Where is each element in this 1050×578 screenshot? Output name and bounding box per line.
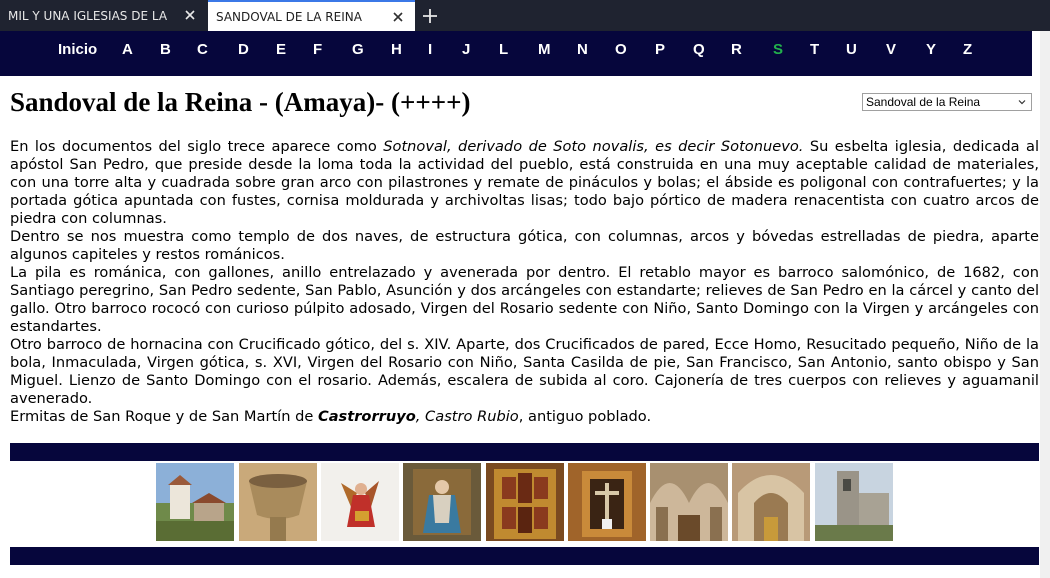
nav-letter-o[interactable]: O [615,41,627,58]
close-icon[interactable] [391,10,405,24]
nav-letter-l[interactable]: L [499,41,508,58]
gallery-photo[interactable] [321,463,399,541]
plus-icon[interactable] [419,5,441,27]
paragraph-altarpieces: La pila es románica, con gallones, anill… [10,264,1039,335]
browser-tab-active[interactable]: SANDOVAL DE LA REINA [208,0,415,31]
tab-title: MIL Y UNA IGLESIAS DE LA DIÓCESIS [8,8,170,23]
nav-letter-q[interactable]: Q [693,41,705,58]
paragraph-hermitages: Ermitas de San Roque y de San Martín de … [10,408,652,425]
gallery-photo[interactable] [156,463,234,541]
tab-title: SANDOVAL DE LA REINA [216,9,362,24]
gallery-top-bar [10,443,1039,461]
page-title: Sandoval de la Reina - (Amaya)- (++++) [10,87,471,117]
nav-letter-a[interactable]: A [122,41,133,58]
place-select[interactable]: Sandoval de la Reina [862,93,1032,111]
nav-letter-d[interactable]: D [238,41,249,58]
nav-letter-m[interactable]: M [538,41,551,58]
nav-letter-h[interactable]: H [391,41,402,58]
nav-letter-f[interactable]: F [313,41,322,58]
gallery-bottom-bar [10,547,1039,565]
description-text: En los documentos del siglo trece aparec… [10,138,1039,426]
nav-home-link[interactable]: Inicio [58,41,97,58]
nav-letter-u[interactable]: U [846,41,857,58]
nav-letter-e[interactable]: E [276,41,286,58]
nav-letter-z[interactable]: Z [963,41,972,58]
gallery-photo[interactable] [650,463,728,541]
alphabet-navbar: Inicio A B C D E F G H I J L M N O P Q R… [0,31,1032,76]
nav-letter-y[interactable]: Y [926,41,936,58]
nav-letter-c[interactable]: C [197,41,208,58]
place-select-value: Sandoval de la Reina [866,95,981,109]
nav-letter-j[interactable]: J [462,41,470,58]
browser-tab-strip: MIL Y UNA IGLESIAS DE LA DIÓCESIS SANDOV… [0,0,1050,31]
browser-tab[interactable]: MIL Y UNA IGLESIAS DE LA DIÓCESIS [0,0,207,31]
nav-letter-t[interactable]: T [810,41,819,58]
nav-letter-i[interactable]: I [428,41,432,58]
gallery-photo[interactable] [239,463,317,541]
paragraph-interior: Dentro se nos muestra como templo de dos… [10,228,1039,263]
gallery-photo[interactable] [568,463,646,541]
nav-letter-g[interactable]: G [352,41,364,58]
gallery-photo[interactable] [486,463,564,541]
nav-letter-p[interactable]: P [655,41,665,58]
page-scrollbar[interactable] [1040,31,1050,578]
nav-letter-r[interactable]: R [731,41,742,58]
paragraph-history: En los documentos del siglo trece aparec… [10,138,1039,227]
gallery-photo[interactable] [815,463,893,541]
nav-letter-n[interactable]: N [577,41,588,58]
nav-letter-s[interactable]: S [773,41,783,58]
nav-letter-b[interactable]: B [160,41,171,58]
nav-letter-v[interactable]: V [886,41,896,58]
chevron-down-icon [1018,100,1026,105]
close-icon[interactable] [183,8,197,22]
gallery-photo[interactable] [732,463,810,541]
gallery-photo[interactable] [403,463,481,541]
paragraph-crucifixes: Otro barroco de hornacina con Crucificad… [10,336,1039,407]
